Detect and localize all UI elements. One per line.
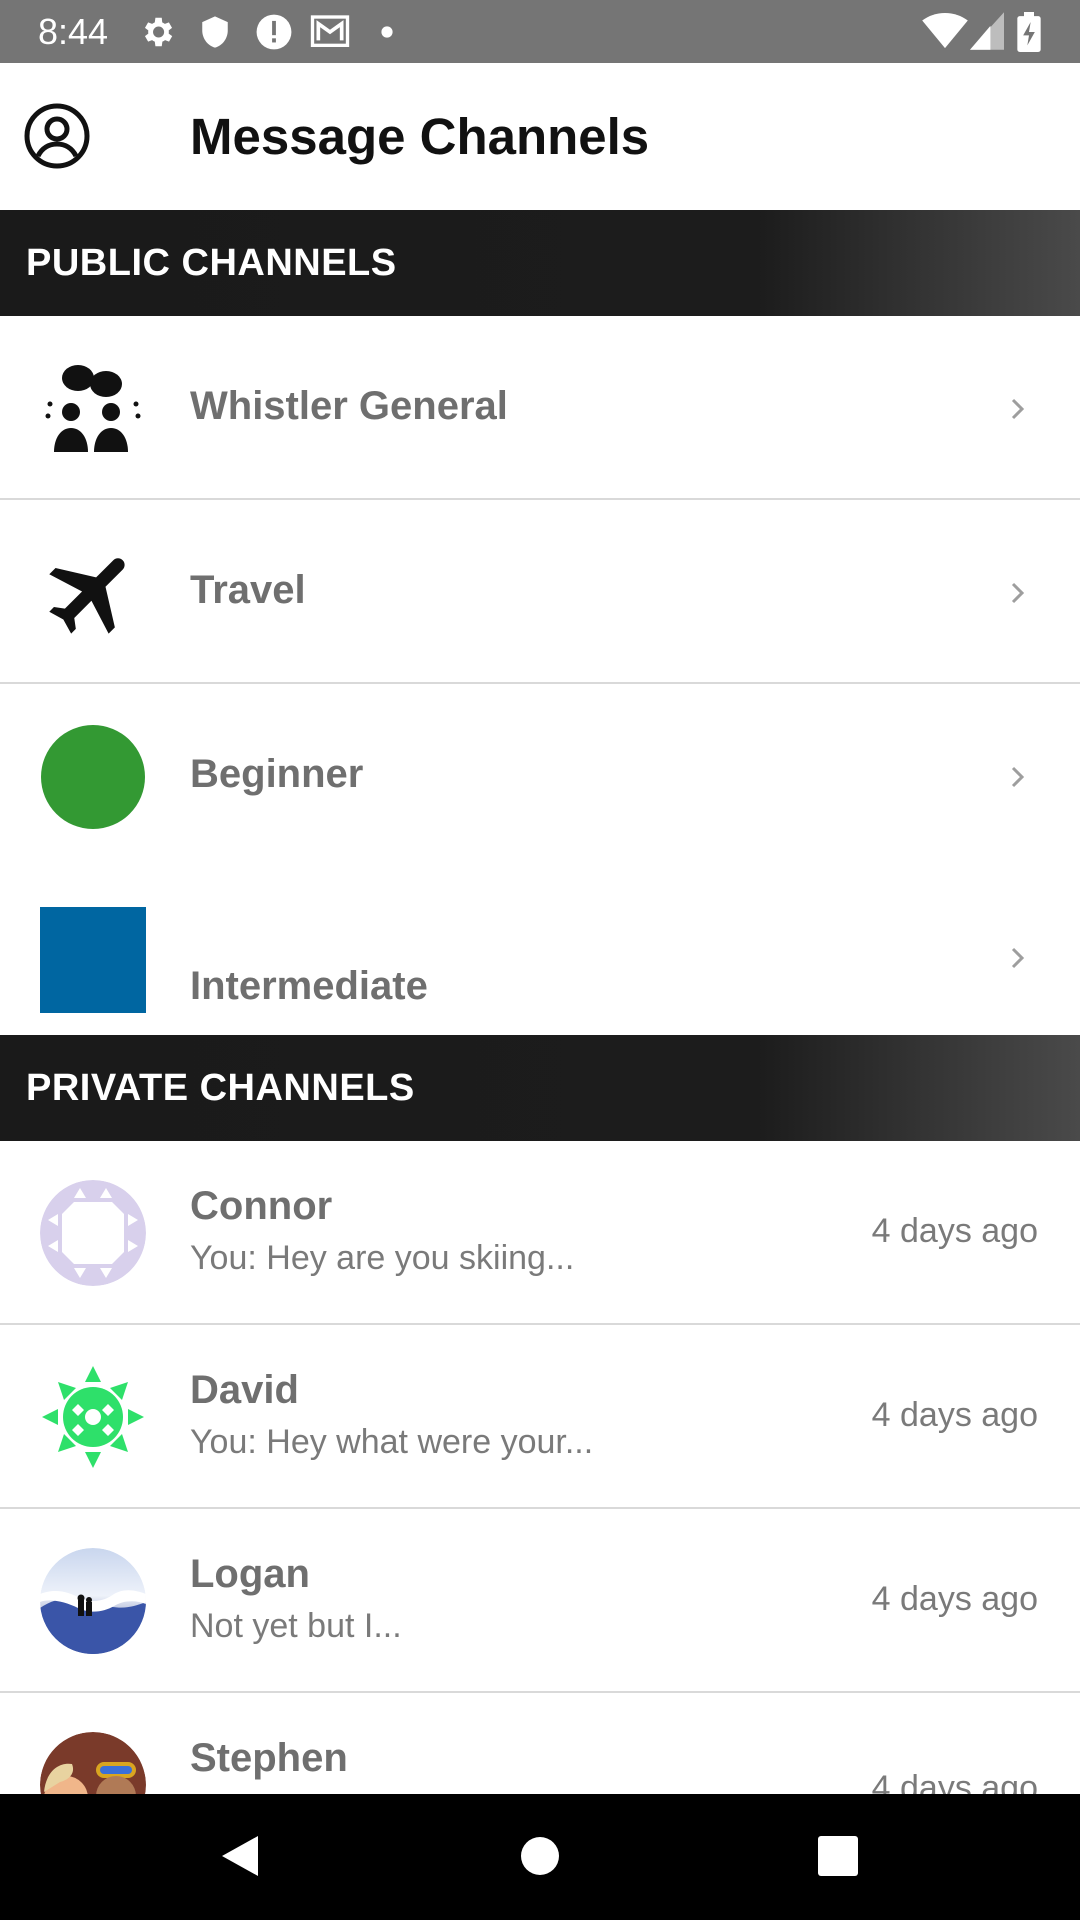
channel-name: Intermediate xyxy=(190,964,428,1008)
group-chat-icon xyxy=(45,365,141,452)
back-icon[interactable] xyxy=(218,1832,262,1880)
chat-row-connor[interactable]: Connor You: Hey are you skiing... 4 days… xyxy=(0,1141,1080,1325)
chat-name: Stephen xyxy=(190,1736,348,1780)
chat-name: David xyxy=(190,1368,299,1412)
status-bar: 8:44 xyxy=(0,0,1080,63)
home-icon[interactable] xyxy=(520,1832,560,1880)
system-nav-bar xyxy=(0,1794,1080,1920)
private-channels-header-label: PRIVATE CHANNELS xyxy=(26,1067,415,1109)
chat-name: Logan xyxy=(190,1552,310,1596)
status-time: 8:44 xyxy=(38,11,109,52)
chat-name: Connor xyxy=(190,1184,333,1228)
private-channels-header: PRIVATE CHANNELS xyxy=(0,1035,1080,1141)
airplane-icon xyxy=(49,558,125,634)
channel-row-whistler-general[interactable]: Whistler General xyxy=(0,316,1080,500)
channel-name: Travel xyxy=(190,568,306,612)
chat-row-logan[interactable]: Logan Not yet but I... 4 days ago xyxy=(0,1509,1080,1693)
blue-square-icon xyxy=(40,907,146,1013)
public-channels-header-label: PUBLIC CHANNELS xyxy=(26,242,397,284)
chat-timestamp: 4 days ago xyxy=(871,1396,1038,1434)
chevron-right-icon xyxy=(1011,766,1025,788)
avatar xyxy=(40,1180,146,1286)
page-title: Message Channels xyxy=(190,108,650,165)
channel-name: Whistler General xyxy=(190,384,508,428)
green-circle-icon xyxy=(41,725,145,829)
chevron-right-icon xyxy=(1011,947,1025,969)
chat-timestamp: 4 days ago xyxy=(871,1580,1038,1618)
chat-row-david[interactable]: David You: Hey what were your... 4 days … xyxy=(0,1325,1080,1509)
channel-name: Beginner xyxy=(190,752,364,796)
account-circle-icon[interactable] xyxy=(24,103,90,169)
chat-preview: Not yet but I... xyxy=(190,1607,402,1645)
chat-timestamp: 4 days ago xyxy=(871,1212,1038,1250)
status-icons-right xyxy=(920,12,1080,52)
app-bar: Message Channels xyxy=(0,63,1080,210)
public-channels-header: PUBLIC CHANNELS xyxy=(0,210,1080,316)
recents-icon[interactable] xyxy=(817,1832,859,1880)
channel-row-beginner[interactable]: Beginner xyxy=(0,684,1080,868)
alert-icon xyxy=(256,14,292,50)
dot-icon xyxy=(381,26,393,38)
chat-preview: You: Hey are you skiing... xyxy=(190,1239,575,1277)
mail-icon xyxy=(310,15,350,47)
chevron-right-icon xyxy=(1011,398,1025,420)
shield-icon xyxy=(202,16,228,48)
channel-row-travel[interactable]: Travel xyxy=(0,500,1080,684)
chevron-right-icon xyxy=(1011,582,1025,604)
settings-icon xyxy=(144,17,173,47)
wifi-icon xyxy=(922,12,968,49)
avatar xyxy=(40,1548,146,1654)
channel-row-intermediate[interactable]: Intermediate xyxy=(0,868,1080,1035)
signal-icon xyxy=(970,12,1004,50)
battery-charging-icon xyxy=(1017,12,1041,52)
chat-preview: You: Hey what were your... xyxy=(190,1423,594,1461)
avatar xyxy=(40,1364,146,1470)
